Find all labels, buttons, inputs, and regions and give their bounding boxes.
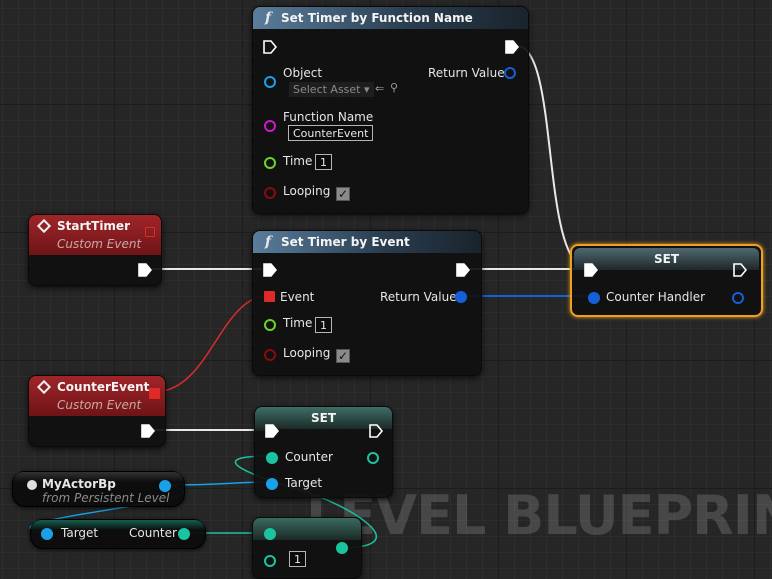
return-value-pin[interactable] xyxy=(504,67,516,79)
counter-handler-in-pin[interactable] xyxy=(588,292,600,304)
time-input[interactable]: 1 xyxy=(315,154,332,170)
exec-out-pin[interactable] xyxy=(369,424,383,438)
set-counter-handler-node[interactable]: SET Counter Handler xyxy=(570,244,763,317)
exec-out-pin[interactable] xyxy=(733,263,747,277)
exec-in-pin[interactable] xyxy=(263,40,277,54)
function-name-label: Function Name xyxy=(283,110,374,124)
node-header: StartTimer Custom Event xyxy=(29,215,161,255)
set-timer-by-event-node[interactable]: f Set Timer by Event Event Return Value … xyxy=(252,230,482,376)
counter-handler-label: Counter Handler xyxy=(606,290,706,304)
target-pin[interactable] xyxy=(266,478,278,490)
target-label: Target xyxy=(61,526,99,540)
return-value-pin[interactable] xyxy=(455,291,467,303)
actor-ref-out-pin[interactable] xyxy=(159,480,171,492)
counter-label: Counter xyxy=(129,526,177,540)
counter-event-node[interactable]: CounterEvent Custom Event xyxy=(28,375,166,447)
exec-out-pin[interactable] xyxy=(505,40,519,54)
node-header: f Set Timer by Event xyxy=(253,231,481,253)
counter-label: Counter xyxy=(285,450,333,464)
node-title: SET xyxy=(653,252,680,266)
node-title: Set Timer by Event xyxy=(281,235,410,249)
node-title: SET xyxy=(310,411,337,425)
looping-checkbox[interactable]: ✓ xyxy=(336,187,350,201)
delegate-pin[interactable] xyxy=(145,227,155,237)
custom-event-icon xyxy=(36,218,52,234)
set-counter-node[interactable]: SET Counter Target xyxy=(254,406,393,498)
exec-in-pin[interactable] xyxy=(263,263,277,277)
event-label: Event xyxy=(280,290,315,304)
counter-in-pin[interactable] xyxy=(264,528,276,540)
function-icon: f xyxy=(265,234,272,250)
actor-dot-icon xyxy=(27,480,37,490)
start-timer-event-node[interactable]: StartTimer Custom Event xyxy=(28,214,162,286)
time-pin[interactable] xyxy=(264,157,276,169)
target-label: Target xyxy=(285,476,323,490)
time-label: Time xyxy=(283,316,313,330)
counter-out-pin[interactable] xyxy=(178,528,190,540)
target-pin[interactable] xyxy=(41,528,53,540)
object-pin[interactable] xyxy=(264,76,276,88)
counter-out-pin[interactable] xyxy=(367,452,379,464)
browse-icon[interactable]: ⚲ xyxy=(390,81,398,94)
looping-label: Looping xyxy=(283,184,331,198)
object-label: Object xyxy=(283,66,323,80)
looping-pin[interactable] xyxy=(264,349,276,361)
node-title: MyActorBp xyxy=(42,477,116,491)
node-subtitle: Custom Event xyxy=(57,237,142,251)
looping-checkbox[interactable]: ✓ xyxy=(336,349,350,363)
increment-value-pin[interactable] xyxy=(264,555,276,567)
get-counter-node[interactable]: Target Counter xyxy=(30,519,206,549)
looping-pin[interactable] xyxy=(264,187,276,199)
exec-out-pin[interactable] xyxy=(456,263,470,277)
node-title: Set Timer by Function Name xyxy=(281,11,473,25)
select-asset-dropdown[interactable]: Select Asset ▾ xyxy=(289,82,374,97)
counter-handler-out-pin[interactable] xyxy=(732,292,744,304)
use-selected-icon[interactable]: ⇐ xyxy=(375,82,384,95)
set-timer-by-function-name-node[interactable]: f Set Timer by Function Name Object Sele… xyxy=(252,6,529,214)
function-name-input[interactable]: CounterEvent xyxy=(288,125,374,141)
node-header: f Set Timer by Function Name xyxy=(253,7,528,29)
my-actor-bp-reference-node[interactable]: MyActorBp from Persistent Level xyxy=(12,471,185,507)
custom-event-icon xyxy=(36,379,52,395)
exec-out-pin[interactable] xyxy=(141,424,155,438)
function-name-pin[interactable] xyxy=(264,120,276,132)
delegate-wire xyxy=(153,295,269,393)
increment-value-input[interactable]: 1 xyxy=(289,551,306,567)
counter-in-pin[interactable] xyxy=(266,452,278,464)
looping-label: Looping xyxy=(283,346,331,360)
node-title: StartTimer xyxy=(57,219,130,233)
node-title: CounterEvent xyxy=(57,380,150,394)
node-header: CounterEvent Custom Event xyxy=(29,376,165,416)
time-label: Time xyxy=(283,154,313,168)
function-icon: f xyxy=(265,10,272,26)
node-highlight xyxy=(31,520,205,530)
return-value-label: Return Value xyxy=(428,66,505,80)
increment-node[interactable]: 1 xyxy=(252,517,362,579)
node-header: SET xyxy=(574,248,759,270)
time-pin[interactable] xyxy=(264,319,276,331)
result-out-pin[interactable] xyxy=(336,542,348,554)
exec-out-pin[interactable] xyxy=(138,263,152,277)
return-value-label: Return Value xyxy=(380,290,457,304)
exec-in-pin[interactable] xyxy=(265,424,279,438)
exec-in-pin[interactable] xyxy=(584,263,598,277)
time-input[interactable]: 1 xyxy=(315,317,332,333)
node-subtitle: from Persistent Level xyxy=(42,491,170,505)
delegate-pin[interactable] xyxy=(149,388,160,399)
event-pin[interactable] xyxy=(264,291,275,302)
